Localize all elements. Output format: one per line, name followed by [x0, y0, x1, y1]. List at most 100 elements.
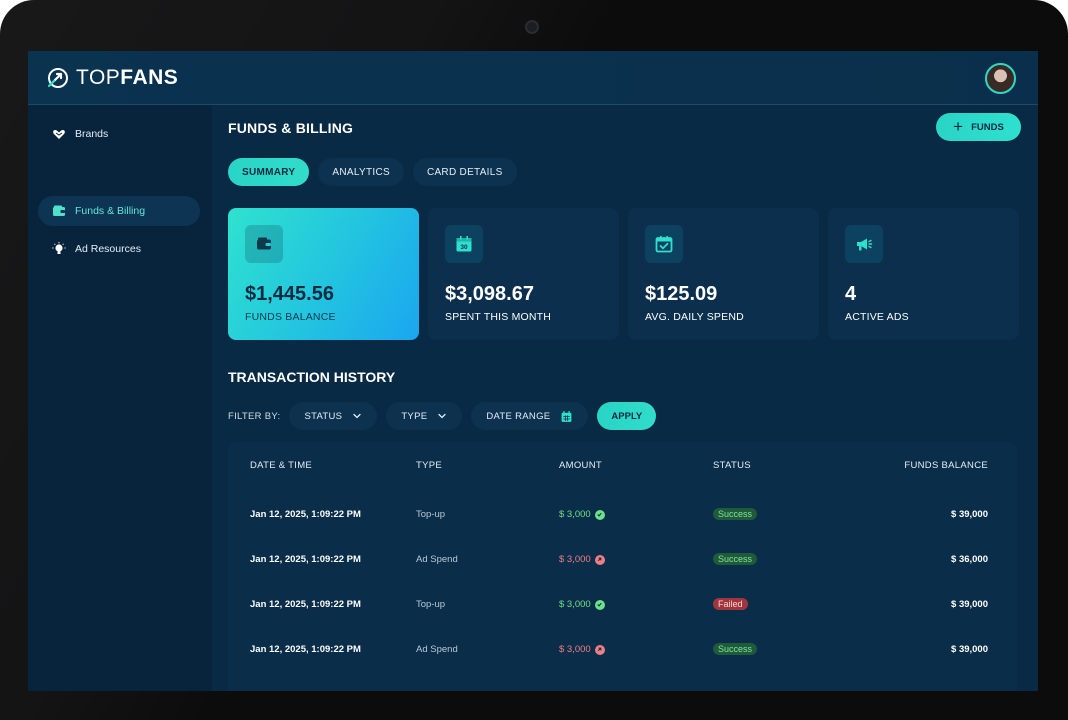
- card-icon-box: [645, 225, 683, 263]
- row-balance: $ 39,000: [951, 644, 988, 655]
- row-amount: $ 3,000: [559, 599, 605, 610]
- avg-daily-spend-card: $125.09 AVG. DAILY SPEND: [628, 208, 819, 340]
- chevron-down-icon: [353, 413, 361, 419]
- tab-summary[interactable]: SUMMARY: [228, 158, 310, 186]
- row-date: Jan 12, 2025, 1:09:22 PM: [250, 599, 361, 610]
- amount-value: $ 3,000: [559, 644, 591, 655]
- sidebar-item-brands[interactable]: Brands: [38, 119, 200, 149]
- row-type: Ad Spend: [416, 644, 458, 655]
- apply-button[interactable]: APPLY: [597, 402, 657, 430]
- tab-card-details[interactable]: CARD DETAILS: [412, 158, 517, 186]
- row-date: Jan 12, 2025, 1:09:22 PM: [250, 554, 361, 565]
- app-screen: TOPFANS Brands Funds & Billing Ad Resour…: [28, 51, 1038, 691]
- sidebar-item-label: Brands: [75, 128, 109, 140]
- column-header[interactable]: DATE & TIME: [250, 460, 312, 471]
- calendar-30-icon: 30: [456, 236, 472, 252]
- top-bar: TOPFANS: [28, 51, 1038, 105]
- page-title: FUNDS & BILLING: [228, 120, 354, 136]
- lightbulb-icon: [52, 242, 66, 254]
- calendar-check-icon: [655, 236, 673, 253]
- laptop-frame: TOPFANS Brands Funds & Billing Ad Resour…: [0, 0, 1068, 720]
- row-balance: $ 39,000: [951, 599, 988, 610]
- logo-text: TOPFANS: [76, 66, 178, 90]
- column-header[interactable]: STATUS: [713, 460, 751, 471]
- add-funds-button[interactable]: + FUNDS: [936, 113, 1021, 141]
- row-amount: $ 3,000: [559, 644, 605, 655]
- table-header: DATE & TIME TYPE AMOUNT STATUS FUNDS BAL…: [228, 442, 1017, 487]
- chevron-down-icon: [438, 413, 446, 419]
- webcam: [525, 20, 539, 34]
- row-type: Ad Spend: [416, 554, 458, 565]
- wallet-icon: [53, 205, 65, 216]
- user-avatar[interactable]: [985, 63, 1016, 94]
- amount-value: $ 3,000: [559, 554, 591, 565]
- amount-value: $ 3,000: [559, 509, 591, 520]
- heart-hand-icon: [53, 130, 65, 139]
- row-status: Success: [713, 643, 758, 655]
- table-row[interactable]: Jan 12, 2025, 1:09:22 PM Ad Spend $ 3,00…: [228, 537, 1017, 582]
- table-row[interactable]: Jan 12, 2025, 1:09:22 PM Top-up $ 3,000 …: [228, 492, 1017, 537]
- column-header[interactable]: AMOUNT: [559, 460, 602, 471]
- row-status: Success: [713, 553, 758, 565]
- filter-label: FILTER BY:: [228, 410, 281, 422]
- outgoing-arrow-icon: [594, 554, 605, 565]
- amount-value: $ 3,000: [559, 599, 591, 610]
- card-label: FUNDS BALANCE: [245, 311, 336, 323]
- table-row[interactable]: Jan 12, 2025, 1:09:22 PM Ad Spend $ 3,00…: [228, 627, 1017, 672]
- logo-suffix: FANS: [120, 66, 179, 89]
- table-row[interactable]: Jan 12, 2025, 1:09:22 PM Top-up $ 3,000 …: [228, 582, 1017, 627]
- sidebar-item-funds-billing[interactable]: Funds & Billing: [38, 196, 200, 226]
- sidebar: Brands Funds & Billing Ad Resources: [28, 105, 212, 691]
- status-badge: Success: [713, 508, 758, 520]
- row-type: Top-up: [416, 509, 446, 520]
- card-value: $1,445.56: [245, 283, 334, 305]
- outgoing-arrow-icon: [594, 644, 605, 655]
- row-status: Success: [713, 508, 758, 520]
- plus-icon: +: [953, 116, 964, 136]
- tab-bar: SUMMARY ANALYTICS CARD DETAILS: [228, 158, 517, 186]
- add-funds-label: FUNDS: [971, 121, 1004, 133]
- card-label: SPENT THIS MONTH: [445, 311, 552, 323]
- status-filter-label: STATUS: [304, 410, 343, 422]
- column-header[interactable]: FUNDS BALANCE: [904, 460, 988, 471]
- status-badge: Failed: [713, 598, 748, 610]
- status-badge: Success: [713, 553, 758, 565]
- transaction-table: DATE & TIME TYPE AMOUNT STATUS FUNDS BAL…: [228, 442, 1017, 691]
- card-icon-box: [245, 225, 283, 263]
- spent-this-month-card: 30 $3,098.67 SPENT THIS MONTH: [428, 208, 619, 340]
- row-date: Jan 12, 2025, 1:09:22 PM: [250, 509, 361, 520]
- summary-cards: $1,445.56 FUNDS BALANCE 30 $3,098.67 SPE…: [228, 208, 1019, 340]
- row-date: Jan 12, 2025, 1:09:22 PM: [250, 644, 361, 655]
- wallet-icon: [257, 237, 271, 250]
- incoming-arrow-icon: [594, 509, 605, 520]
- card-label: ACTIVE ADS: [845, 311, 909, 323]
- svg-text:30: 30: [460, 244, 468, 251]
- logo-prefix: TOP: [76, 66, 121, 89]
- megaphone-icon: [857, 238, 873, 251]
- date-range-filter[interactable]: DATE RANGE: [471, 402, 589, 430]
- logo[interactable]: TOPFANS: [46, 66, 178, 90]
- date-range-filter-label: DATE RANGE: [486, 410, 551, 422]
- row-type: Top-up: [416, 599, 446, 610]
- card-icon-box: [845, 225, 883, 263]
- row-amount: $ 3,000: [559, 509, 605, 520]
- card-label: AVG. DAILY SPEND: [645, 311, 744, 323]
- status-badge: Success: [713, 643, 758, 655]
- card-icon-box: 30: [445, 225, 483, 263]
- row-status: Failed: [713, 598, 748, 610]
- card-value: $125.09: [645, 283, 718, 305]
- type-filter[interactable]: TYPE: [386, 402, 463, 430]
- active-ads-card: 4 ACTIVE ADS: [828, 208, 1019, 340]
- column-header[interactable]: TYPE: [416, 460, 442, 471]
- sidebar-item-label: Funds & Billing: [75, 205, 146, 217]
- sidebar-item-ad-resources[interactable]: Ad Resources: [38, 234, 200, 264]
- sidebar-item-label: Ad Resources: [75, 243, 141, 255]
- row-balance: $ 36,000: [951, 554, 988, 565]
- calendar-icon: [562, 410, 572, 422]
- logo-icon: [47, 68, 68, 88]
- filter-bar: FILTER BY: STATUS TYPE DATE RANGE APPLY: [228, 402, 657, 430]
- row-amount: $ 3,000: [559, 554, 605, 565]
- type-filter-label: TYPE: [401, 410, 428, 422]
- tab-analytics[interactable]: ANALYTICS: [318, 158, 404, 186]
- status-filter[interactable]: STATUS: [289, 402, 378, 430]
